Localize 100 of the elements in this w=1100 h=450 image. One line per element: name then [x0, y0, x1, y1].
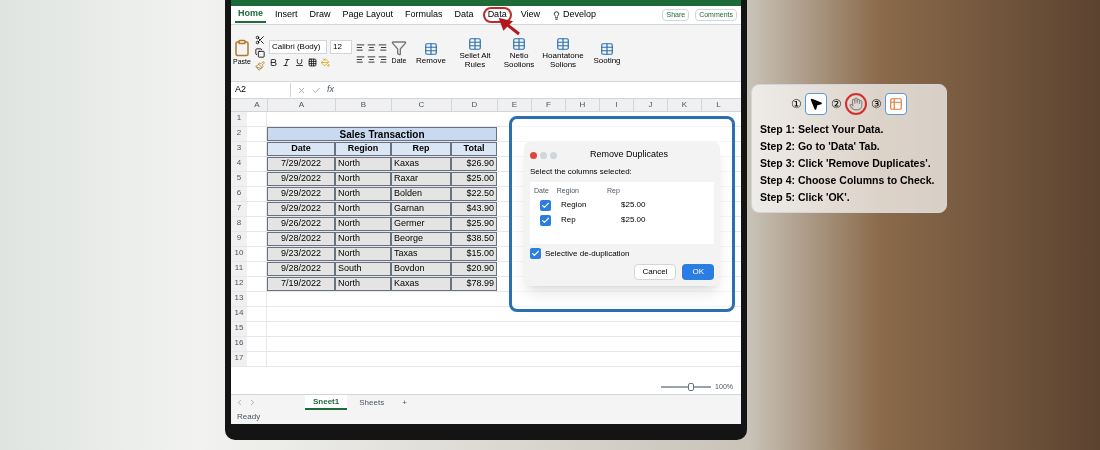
row-number: 10 — [231, 247, 247, 261]
ribbon-tab[interactable]: Formulas — [402, 7, 446, 23]
cut-icon[interactable] — [255, 35, 265, 45]
ok-button[interactable]: OK — [682, 263, 714, 280]
column-header: A — [267, 99, 335, 111]
filter-icon[interactable] — [391, 39, 407, 56]
step-text: Step 3: Click 'Remove Duplicates'. — [760, 156, 932, 170]
dialog-title: Remove Duplicates — [590, 148, 669, 162]
borders-icon[interactable] — [308, 57, 317, 67]
sheet-tab[interactable]: Sneet1 — [305, 395, 348, 410]
align-center-icon[interactable] — [367, 54, 376, 64]
font-size-field[interactable]: 12 — [330, 39, 352, 54]
table-cell: North — [335, 172, 391, 186]
cancel-icon[interactable] — [297, 85, 306, 95]
row-number: 12 — [231, 277, 247, 291]
step-number: ② — [831, 96, 842, 113]
tool-label[interactable]: Sooting — [593, 55, 621, 65]
table-header-cell: Region — [335, 142, 391, 156]
checkbox[interactable] — [540, 199, 551, 211]
status-text: Ready — [237, 411, 261, 423]
table-cell: 9/29/2022 — [267, 187, 335, 201]
checkbox[interactable] — [530, 248, 541, 260]
tool-label[interactable]: Remove — [416, 55, 446, 65]
align-right-icon[interactable] — [378, 42, 387, 52]
align-center-icon[interactable] — [367, 42, 376, 52]
ribbon-tab[interactable]: View — [517, 7, 543, 23]
step-number: ① — [791, 96, 802, 113]
table-cell: Kaxas — [391, 157, 451, 171]
row-number: 11 — [231, 262, 247, 276]
row-number: 14 — [231, 307, 247, 321]
ribbon-tab[interactable]: Page Layout — [339, 7, 397, 23]
table-cell: Beorge — [391, 232, 451, 246]
table-cell: 9/28/2022 — [267, 232, 335, 246]
column-header: B — [335, 99, 391, 111]
table-icon[interactable] — [512, 37, 526, 51]
function-label[interactable]: fx — [327, 83, 334, 97]
font-name-field[interactable]: Calibri (Body) — [269, 39, 327, 54]
bold-icon[interactable] — [269, 57, 278, 67]
table-cell: North — [335, 232, 391, 246]
tool-label[interactable]: Netio Soolions — [499, 51, 539, 69]
column-option[interactable]: Rep — [561, 214, 601, 227]
table-cell: North — [335, 217, 391, 231]
zoom-slider[interactable] — [661, 385, 712, 388]
ribbon-tab[interactable]: Insert — [272, 7, 301, 23]
table-icon[interactable] — [556, 37, 570, 51]
column-header: C — [391, 99, 451, 111]
table-icon[interactable] — [468, 37, 482, 51]
table-cell: North — [335, 247, 391, 261]
ribbon-tab[interactable]: Draw — [306, 7, 334, 23]
ribbon-tab[interactable]: Develop — [549, 7, 600, 23]
column-header: D — [451, 99, 497, 111]
table-cell: Raxar — [391, 172, 451, 186]
add-sheet-button[interactable]: + — [396, 396, 413, 409]
table-cell: North — [335, 157, 391, 171]
table-cell: $25.90 — [451, 217, 497, 231]
table-cell: $25.00 — [451, 172, 497, 186]
fill-color-icon[interactable] — [321, 57, 330, 67]
cancel-button[interactable]: Cancel — [633, 263, 677, 280]
tool-label[interactable]: Hoantatone Solions — [542, 51, 584, 69]
table-cell: 9/29/2022 — [267, 202, 335, 216]
column-header: K — [667, 99, 701, 111]
table-cell: Germer — [391, 217, 451, 231]
step-text: Step 5: Click 'OK'. — [760, 190, 851, 204]
align-left-icon[interactable] — [356, 42, 365, 52]
zoom-thumb[interactable] — [688, 382, 695, 391]
ribbon-tab[interactable]: Data — [451, 7, 477, 23]
dialog-prompt: Select the columns selected: — [530, 165, 633, 178]
row-number: 9 — [231, 232, 247, 246]
checkbox[interactable] — [540, 214, 551, 226]
table-header-cell: Date — [267, 142, 335, 156]
table-cell: $22.50 — [451, 187, 497, 201]
name-box[interactable]: A2 — [235, 83, 291, 97]
column-option[interactable]: Region — [561, 199, 601, 212]
table-cell: South — [335, 262, 391, 276]
lightbulb-icon — [552, 10, 561, 20]
table-cell: North — [335, 277, 391, 291]
column-header: I — [599, 99, 633, 111]
table-cell: $15.00 — [451, 247, 497, 261]
table-icon[interactable] — [600, 41, 614, 56]
pointer-arrow-icon — [499, 18, 521, 36]
option-label[interactable]: Selective de-duplication — [545, 247, 630, 260]
italic-icon[interactable] — [282, 57, 291, 67]
table-cell: Garnan — [391, 202, 451, 216]
table-title: Sales Transaction — [267, 127, 497, 141]
table-cell: $20.90 — [451, 262, 497, 276]
table-cell: North — [335, 202, 391, 216]
sheet-tab[interactable]: Sheets — [351, 395, 393, 410]
row-number: 3 — [231, 142, 247, 156]
align-right-icon[interactable] — [378, 54, 387, 64]
column-value: $25.00 — [621, 199, 646, 212]
table-cell: 7/19/2022 — [267, 277, 335, 291]
tool-label[interactable]: Sellet Alt Rules — [455, 51, 495, 69]
step-text: Step 2: Go to 'Data' Tab. — [760, 139, 881, 153]
table-cell: 9/29/2022 — [267, 172, 335, 186]
align-left-icon[interactable] — [356, 54, 365, 64]
row-number: 7 — [231, 202, 247, 216]
underline-icon[interactable] — [295, 57, 304, 67]
copy-icon[interactable] — [255, 48, 265, 58]
row-number: 16 — [231, 337, 247, 351]
table-icon[interactable] — [424, 41, 438, 56]
